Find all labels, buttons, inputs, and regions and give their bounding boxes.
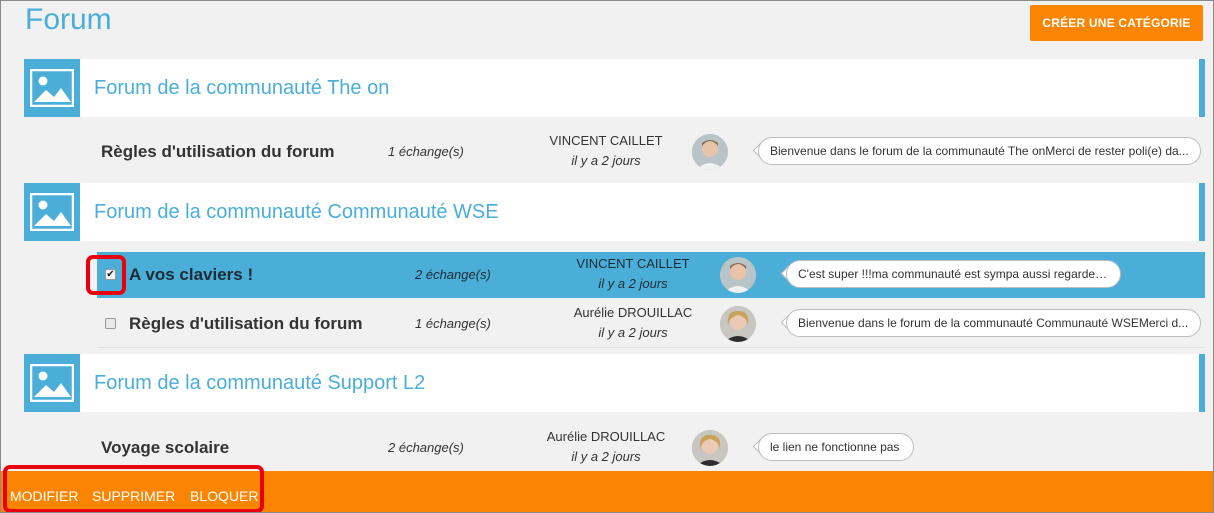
forum-page: Forum CRÉER UNE CATÉGORIE Forum de la co…: [0, 0, 1214, 513]
topic-time: il y a 2 jours: [571, 153, 641, 168]
topic-row[interactable]: Voyage scolaire 2 échange(s) Aurélie DRO…: [97, 425, 1205, 471]
user-avatar: [692, 430, 728, 466]
topic-subject[interactable]: A vos claviers !: [129, 252, 253, 298]
create-category-button[interactable]: CRÉER UNE CATÉGORIE: [1030, 5, 1203, 41]
topic-author: Aurélie DROUILLAC: [573, 305, 693, 320]
category-header[interactable]: Forum de la communauté Communauté WSE: [24, 183, 1205, 241]
image-placeholder-icon: [24, 183, 80, 241]
topic-exchange-count: 1 échange(s): [388, 144, 464, 159]
last-message-bubble[interactable]: le lien ne fonctionne pas: [758, 433, 914, 461]
topic-author: VINCENT CAILLET: [576, 256, 690, 271]
topic-author: Aurélie DROUILLAC: [546, 429, 666, 444]
last-message-bubble[interactable]: Bienvenue dans le forum de la communauté…: [758, 137, 1201, 165]
last-message-bubble[interactable]: C'est super !!!ma communauté est sympa a…: [786, 260, 1121, 288]
actions-highlight-annotation: [3, 465, 264, 512]
image-placeholder-icon: [24, 354, 80, 412]
topic-exchange-count: 1 échange(s): [415, 316, 491, 331]
category-accent-bar: [1199, 354, 1205, 412]
topic-exchange-count: 2 échange(s): [415, 267, 491, 282]
topic-time: il y a 2 jours: [571, 449, 641, 464]
category-title[interactable]: Forum de la communauté The on: [94, 59, 389, 117]
topic-author: VINCENT CAILLET: [549, 133, 663, 148]
page-title: Forum: [25, 3, 112, 36]
topic-row[interactable]: Règles d'utilisation du forum 1 échange(…: [97, 301, 1205, 347]
topic-subject[interactable]: Règles d'utilisation du forum: [129, 301, 363, 347]
row-divider: [97, 347, 1205, 348]
user-avatar: [720, 306, 756, 342]
category-header[interactable]: Forum de la communauté Support L2: [24, 354, 1205, 412]
topic-exchange-count: 2 échange(s): [388, 440, 464, 455]
category-title[interactable]: Forum de la communauté Communauté WSE: [94, 183, 499, 241]
topic-time: il y a 2 jours: [598, 325, 668, 340]
category-accent-bar: [1199, 59, 1205, 117]
category-header[interactable]: Forum de la communauté The on: [24, 59, 1205, 117]
topic-checkbox[interactable]: [105, 318, 116, 329]
last-message-bubble[interactable]: Bienvenue dans le forum de la communauté…: [786, 309, 1201, 337]
image-placeholder-icon: [24, 59, 80, 117]
checkbox-highlight-annotation: [86, 255, 126, 295]
category-title[interactable]: Forum de la communauté Support L2: [94, 354, 425, 412]
topic-row-selected[interactable]: ✔ A vos claviers ! 2 échange(s) VINCENT …: [97, 252, 1205, 298]
topic-row[interactable]: Règles d'utilisation du forum 1 échange(…: [97, 129, 1205, 175]
topic-subject[interactable]: Règles d'utilisation du forum: [101, 129, 335, 175]
user-avatar: [720, 257, 756, 293]
user-avatar: [692, 134, 728, 170]
topic-time: il y a 2 jours: [598, 276, 668, 291]
category-accent-bar: [1199, 183, 1205, 241]
